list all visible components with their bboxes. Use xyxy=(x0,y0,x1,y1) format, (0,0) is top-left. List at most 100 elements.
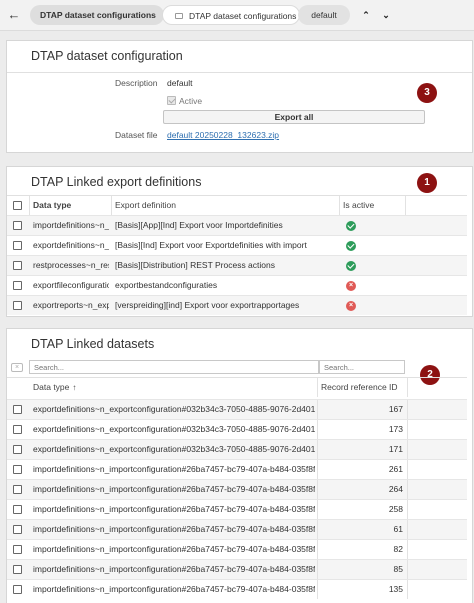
config-panel: DTAP dataset configuration Description d… xyxy=(6,40,473,153)
divider xyxy=(7,72,472,73)
row-record-ref: 82 xyxy=(393,544,403,554)
table-row[interactable]: importdefinitions~n_importconfiguration#… xyxy=(7,539,467,559)
column-header-record-reference-id[interactable]: Record reference ID xyxy=(321,378,407,397)
row-data-type: exportdefinitions~n_exportconfiguration#… xyxy=(33,404,315,414)
row-export-definition: [Basis][App][Ind] Export voor Importdefi… xyxy=(115,220,283,230)
row-export-definition: [Basis][Ind] Export voor Exportdefinitie… xyxy=(115,240,307,250)
row-checkbox[interactable] xyxy=(13,405,22,414)
table-row[interactable]: exportdefinitions~n_exportconfiguration#… xyxy=(7,399,467,419)
active-check-icon xyxy=(346,241,356,251)
row-data-type: exportdefinitions~n_exportconfiguration#… xyxy=(33,424,315,434)
row-data-type: importdefinitions~n_importconfiguration#… xyxy=(33,544,315,554)
row-data-type: importdefinitions~n_importconfiguration#… xyxy=(33,524,315,534)
active-checkbox[interactable] xyxy=(167,96,176,105)
active-check-icon xyxy=(346,221,356,231)
row-export-definition: exportbestandconfiguraties xyxy=(115,280,218,290)
row-checkbox[interactable] xyxy=(13,525,22,534)
table-row[interactable]: importdefinitions~n_importconfiguration#… xyxy=(7,499,467,519)
row-export-definition: [verspreiding][ind] Export voor exportra… xyxy=(115,300,300,310)
row-checkbox[interactable] xyxy=(13,545,22,554)
row-record-ref: 167 xyxy=(388,404,403,414)
table-row[interactable]: importdefinitions~n_importdefinition [Ba… xyxy=(7,215,467,235)
row-data-type: importdefinitions~n_importdefinition xyxy=(33,220,109,230)
row-checkbox[interactable] xyxy=(13,565,22,574)
sort-ascending-icon: ↑ xyxy=(72,383,77,392)
active-label: Active xyxy=(179,96,203,106)
table-row[interactable]: importdefinitions~n_importconfiguration#… xyxy=(7,559,467,579)
active-check-icon xyxy=(346,261,356,271)
dataset-file-label: Dataset file xyxy=(115,130,158,140)
row-checkbox[interactable] xyxy=(13,485,22,494)
column-header-data-type-label: Data type xyxy=(33,382,70,392)
row-checkbox[interactable] xyxy=(13,425,22,434)
chevron-down-icon[interactable]: ⌄ xyxy=(380,7,392,23)
breadcrumb-item-3[interactable]: default xyxy=(298,5,350,25)
record-ref-search-input[interactable] xyxy=(319,360,405,374)
table-header: Data type ↑ Record reference ID xyxy=(7,377,467,397)
description-value: default xyxy=(167,78,193,88)
row-data-type: importdefinitions~n_importconfiguration#… xyxy=(33,564,315,574)
clear-filter-icon[interactable]: × xyxy=(11,363,23,372)
table-row[interactable]: exportreports~n_exportreport [verspreidi… xyxy=(7,295,467,315)
row-checkbox[interactable] xyxy=(13,505,22,514)
table-row[interactable]: importdefinitions~n_importconfiguration#… xyxy=(7,519,467,539)
chevron-up-icon[interactable]: ⌃ xyxy=(360,7,372,23)
row-record-ref: 135 xyxy=(388,584,403,594)
row-checkbox[interactable] xyxy=(13,281,22,290)
table-row[interactable]: exportdefinitions~n_exportconfiguration#… xyxy=(7,419,467,439)
window-icon xyxy=(175,12,183,19)
breadcrumb-item-2[interactable]: DTAP dataset configurations xyxy=(162,5,300,25)
table-row[interactable]: importdefinitions~n_importconfiguration#… xyxy=(7,459,467,479)
row-data-type: exportfileconfigurations xyxy=(33,280,109,290)
row-checkbox[interactable] xyxy=(13,221,22,230)
column-header-is-active[interactable]: Is active xyxy=(343,196,403,215)
inactive-cross-icon: × xyxy=(346,281,356,291)
table-row[interactable]: importdefinitions~n_importconfiguration#… xyxy=(7,479,467,499)
table-row[interactable]: importdefinitions~n_importconfiguration#… xyxy=(7,579,467,599)
linked-datasets-title: DTAP Linked datasets xyxy=(31,337,155,351)
row-record-ref: 258 xyxy=(388,504,403,514)
row-data-type: importdefinitions~n_importconfiguration#… xyxy=(33,584,315,594)
export-all-button[interactable]: Export all xyxy=(163,110,425,124)
row-data-type: exportdefinitions~n_exportdefinition xyxy=(33,240,109,250)
select-all-checkbox[interactable] xyxy=(13,201,22,210)
row-export-definition: [Basis][Distribution] REST Process actio… xyxy=(115,260,275,270)
row-checkbox[interactable] xyxy=(13,241,22,250)
row-data-type: exportreports~n_exportreport xyxy=(33,300,109,310)
row-data-type: restprocesses~n_restprocess xyxy=(33,260,109,270)
table-row[interactable]: exportdefinitions~n_exportconfiguration#… xyxy=(7,439,467,459)
export-definitions-title: DTAP Linked export definitions xyxy=(31,175,202,189)
data-type-search-input[interactable] xyxy=(29,360,319,374)
row-checkbox[interactable] xyxy=(13,445,22,454)
table-row[interactable]: restprocesses~n_restprocess [Basis][Dist… xyxy=(7,255,467,275)
row-record-ref: 264 xyxy=(388,484,403,494)
config-title: DTAP dataset configuration xyxy=(31,49,183,63)
row-checkbox[interactable] xyxy=(13,261,22,270)
breadcrumb-item-2-label: DTAP dataset configurations xyxy=(189,11,297,21)
column-header-data-type[interactable]: Data type ↑ xyxy=(33,378,313,397)
row-checkbox[interactable] xyxy=(13,465,22,474)
back-arrow-icon[interactable]: ← xyxy=(6,6,22,24)
row-checkbox[interactable] xyxy=(13,585,22,594)
top-bar: ← DTAP dataset configurations DTAP datas… xyxy=(0,0,474,31)
column-header-data-type[interactable]: Data type xyxy=(33,196,111,215)
row-data-type: exportdefinitions~n_exportconfiguration#… xyxy=(33,444,315,454)
step-badge-3: 3 xyxy=(417,83,437,103)
dataset-file-link[interactable]: default 20250228_132623.zip xyxy=(167,130,279,140)
row-data-type: importdefinitions~n_importconfiguration#… xyxy=(33,484,315,494)
linked-datasets-panel: DTAP Linked datasets 2 × Data type↑ Reco… xyxy=(6,328,473,603)
row-data-type: importdefinitions~n_importconfiguration#… xyxy=(33,504,315,514)
inactive-cross-icon: × xyxy=(346,301,356,311)
row-record-ref: 85 xyxy=(393,564,403,574)
step-badge-1: 1 xyxy=(417,173,437,193)
breadcrumb-item-1[interactable]: DTAP dataset configurations xyxy=(30,5,164,25)
column-header-export-definition[interactable]: Export definition xyxy=(115,196,335,215)
table-row[interactable]: exportdefinitions~n_exportdefinition [Ba… xyxy=(7,235,467,255)
row-checkbox[interactable] xyxy=(13,301,22,310)
row-record-ref: 173 xyxy=(388,424,403,434)
table-row[interactable]: exportfileconfigurations exportbestandco… xyxy=(7,275,467,295)
table-header: Data type Export definition Is active xyxy=(7,195,467,215)
row-record-ref: 61 xyxy=(393,524,403,534)
row-record-ref: 261 xyxy=(388,464,403,474)
row-record-ref: 171 xyxy=(388,444,403,454)
